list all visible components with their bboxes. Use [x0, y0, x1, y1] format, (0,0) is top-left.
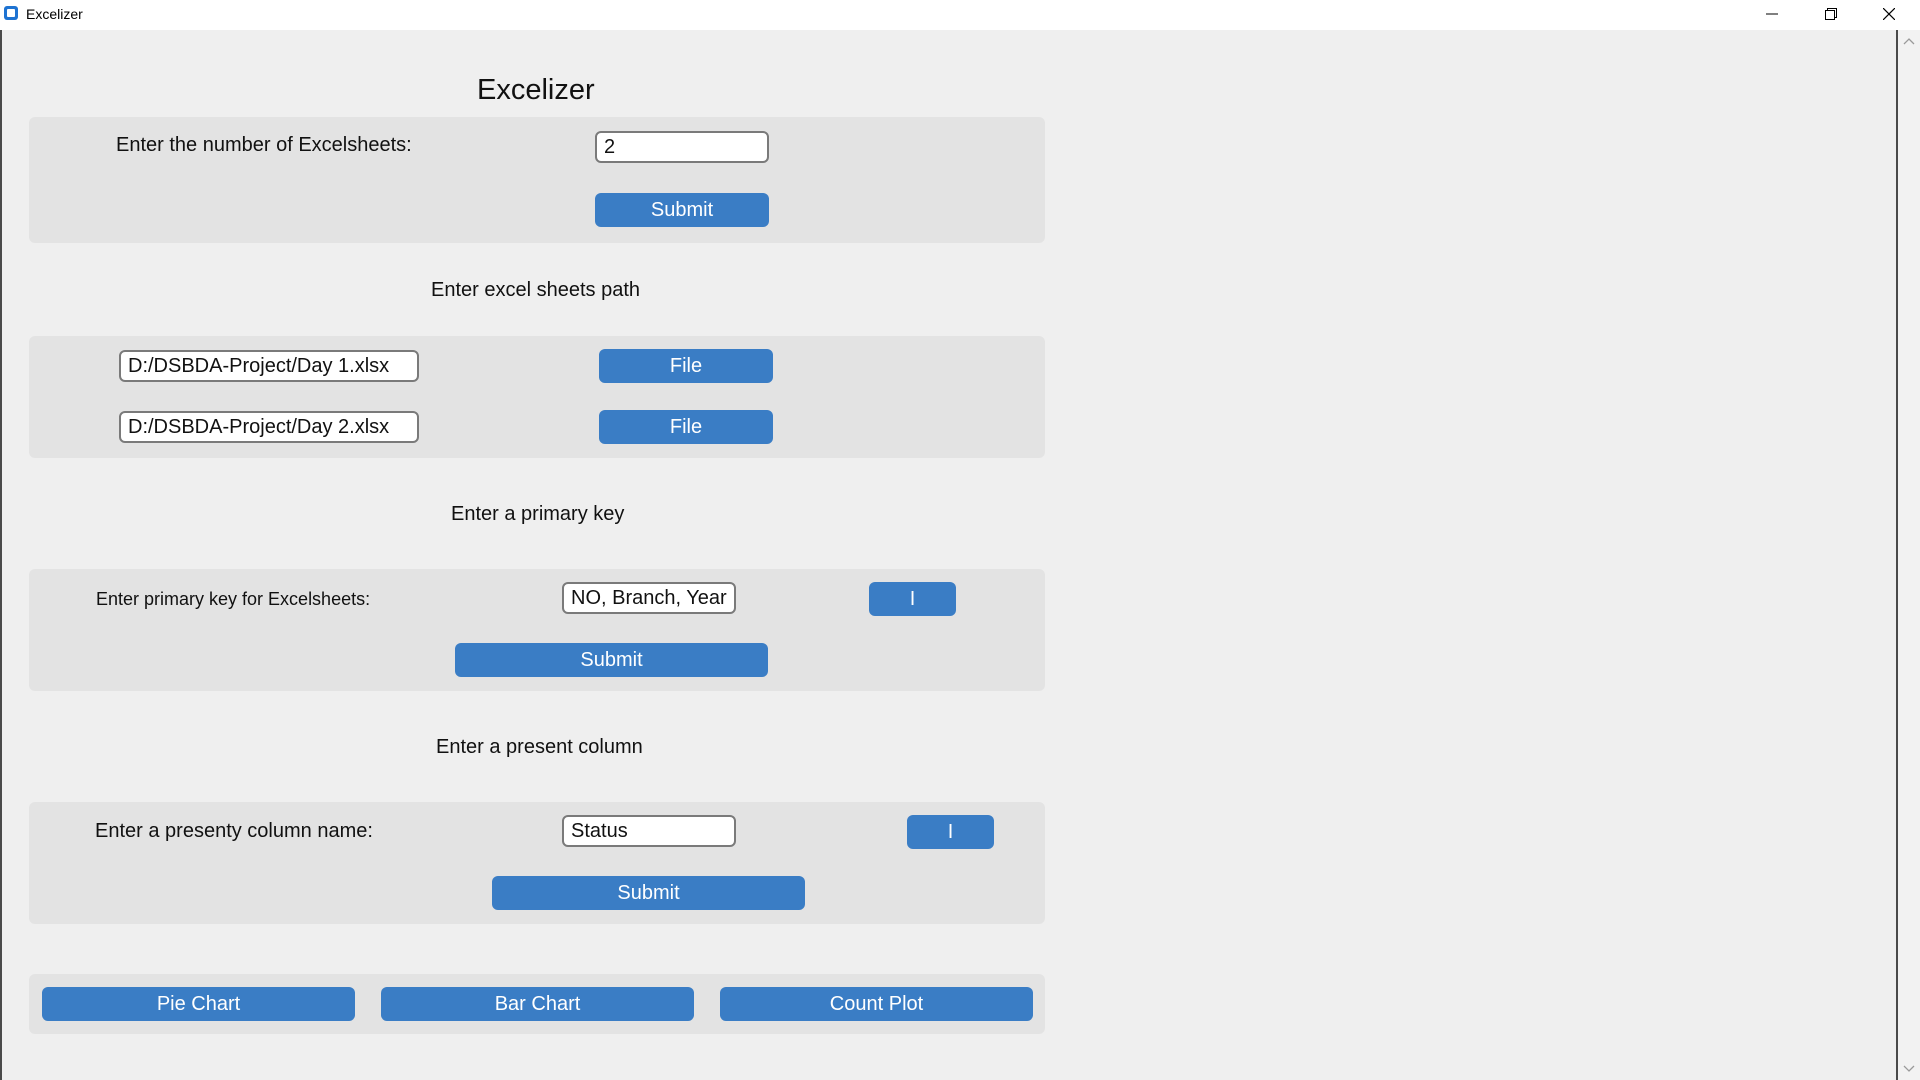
pie-chart-button[interactable]: Pie Chart: [42, 987, 355, 1021]
present-column-input[interactable]: [562, 815, 736, 847]
title-bar: Excelizer: [0, 0, 1920, 30]
vertical-scrollbar[interactable]: [1898, 30, 1920, 1080]
scroll-up-icon[interactable]: [1903, 36, 1915, 46]
primary-key-panel: Enter primary key for Excelsheets: I Sub…: [29, 569, 1045, 691]
present-column-panel: Enter a presenty column name: I Submit: [29, 802, 1045, 924]
count-plot-button[interactable]: Count Plot: [720, 987, 1033, 1021]
sheet-count-input[interactable]: [595, 131, 769, 163]
app-icon: [4, 6, 18, 20]
paths-section-title: Enter excel sheets path: [431, 279, 641, 301]
close-icon: [1883, 8, 1895, 20]
sheet-count-panel: Enter the number of Excelsheets: Submit: [29, 117, 1045, 243]
present-column-submit-button[interactable]: Submit: [492, 876, 805, 910]
chart-buttons-panel: Pie Chart Bar Chart Count Plot: [29, 974, 1045, 1034]
primary-key-section-title: Enter a primary key: [451, 503, 625, 525]
restore-button[interactable]: [1808, 0, 1854, 30]
primary-key-input[interactable]: [562, 582, 736, 614]
primary-key-submit-button[interactable]: Submit: [455, 643, 768, 677]
page-title: Excelizer: [477, 74, 595, 106]
paths-panel: File File: [29, 336, 1045, 458]
present-column-section-title: Enter a present column: [436, 736, 643, 758]
present-column-label: Enter a presenty column name:: [95, 820, 373, 842]
scroll-down-icon[interactable]: [1903, 1064, 1915, 1074]
restore-icon: [1825, 8, 1837, 20]
file-button-1[interactable]: File: [599, 349, 773, 383]
present-column-info-button[interactable]: I: [907, 815, 994, 849]
file-button-2[interactable]: File: [599, 410, 773, 444]
bar-chart-button[interactable]: Bar Chart: [381, 987, 694, 1021]
file-path-input-1[interactable]: [119, 350, 419, 382]
sheet-count-submit-button[interactable]: Submit: [595, 193, 769, 227]
minimize-button[interactable]: [1749, 0, 1795, 30]
file-path-input-2[interactable]: [119, 411, 419, 443]
primary-key-label: Enter primary key for Excelsheets:: [96, 589, 371, 609]
primary-key-info-button[interactable]: I: [869, 582, 956, 616]
minimize-icon: [1766, 13, 1778, 15]
window-title: Excelizer: [26, 6, 83, 22]
app-window: Excelizer Enter the number of Excelsheet…: [0, 30, 1898, 1080]
sheet-count-label: Enter the number of Excelsheets:: [116, 134, 412, 156]
close-button[interactable]: [1866, 0, 1912, 30]
